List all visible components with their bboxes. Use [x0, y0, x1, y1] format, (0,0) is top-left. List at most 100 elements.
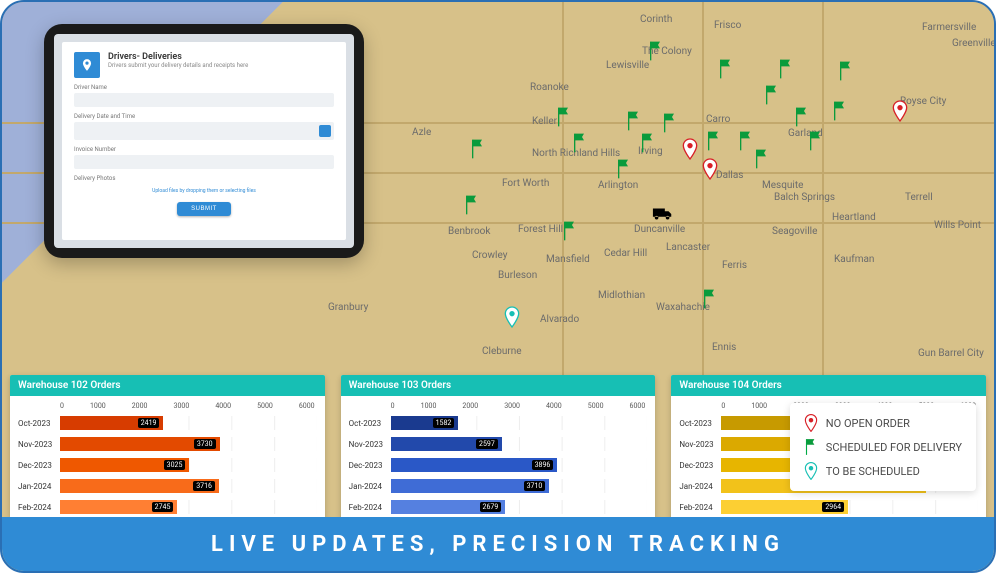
map-pin-icon[interactable]	[504, 306, 520, 328]
bar-category: Dec-2023	[679, 461, 721, 470]
axis-tick: 4000	[546, 402, 562, 410]
invoice-number-input[interactable]	[74, 155, 334, 169]
bar-fill: 2597	[391, 437, 502, 451]
delivery-form: Drivers- Deliveries Drivers submit your …	[62, 42, 346, 240]
bar-value: 3716	[193, 481, 215, 491]
city-label: Cleburne	[482, 346, 522, 357]
bar-category: Nov-2023	[349, 440, 391, 449]
bar-row: Feb-2024 2964	[679, 498, 978, 516]
form-subtitle: Drivers submit your delivery details and…	[108, 62, 248, 69]
bar-fill: 3730	[60, 437, 220, 451]
flag-icon[interactable]	[662, 112, 678, 134]
bar-category: Feb-2024	[18, 503, 60, 512]
bar-row: Nov-20232597	[349, 435, 648, 453]
flag-icon[interactable]	[648, 40, 664, 62]
truck-icon[interactable]	[652, 206, 674, 222]
legend-scheduled: SCHEDULED FOR DELIVERY	[826, 441, 962, 454]
flag-icon[interactable]	[738, 130, 754, 152]
map-pin-icon[interactable]	[702, 158, 718, 180]
axis-tick: 5000	[588, 402, 604, 410]
flag-icon[interactable]	[778, 58, 794, 80]
flag-icon[interactable]	[754, 148, 770, 170]
axis-tick: 0	[721, 402, 725, 410]
tablet-mockup: Drivers- Deliveries Drivers submit your …	[44, 24, 364, 258]
bar-value: 2964	[822, 502, 844, 512]
bar-category: Oct-2023	[18, 419, 60, 428]
axis-tick: 6000	[299, 402, 315, 410]
flag-icon[interactable]	[556, 106, 572, 128]
bar-value: 2745	[152, 502, 174, 512]
city-label: Midlothian	[598, 290, 645, 301]
submit-button[interactable]: SUBMIT	[177, 202, 231, 216]
flag-icon[interactable]	[838, 60, 854, 82]
city-label: Seagoville	[772, 226, 817, 237]
tablet-screen: Drivers- Deliveries Drivers submit your …	[54, 34, 354, 248]
flag-icon[interactable]	[706, 130, 722, 152]
bar-row: Oct-20232419	[18, 414, 317, 432]
bar-value: 3025	[164, 460, 186, 470]
flag-icon[interactable]	[616, 158, 632, 180]
flag-icon[interactable]	[464, 194, 480, 216]
flag-icon[interactable]	[808, 130, 824, 152]
dashboard-frame: CorinthFriscoFarmersvilleThe ColonyGreen…	[0, 0, 996, 573]
bar-category: Dec-2023	[18, 461, 60, 470]
city-label: Alvarado	[540, 314, 579, 325]
driver-name-label: Driver Name	[74, 84, 334, 91]
pin-icon	[804, 414, 818, 432]
bar-fill: 3710	[391, 479, 550, 493]
flag-icon[interactable]	[572, 132, 588, 154]
bar-value: 1582	[433, 418, 455, 428]
bar-category: Nov-2023	[679, 440, 721, 449]
bar-row: Feb-20242679	[349, 498, 648, 516]
map-pin-icon[interactable]	[892, 100, 908, 122]
map-pin-icon[interactable]	[682, 138, 698, 160]
axis-tick: 0	[60, 402, 64, 410]
flag-icon[interactable]	[764, 84, 780, 106]
city-label: Azle	[412, 127, 431, 138]
bar-row: Dec-2023 3025	[18, 456, 317, 474]
bar-category: Jan-2024	[18, 482, 60, 491]
flag-icon[interactable]	[794, 106, 810, 128]
city-label: Burleson	[498, 270, 537, 281]
bar-row: Dec-20233896	[349, 456, 648, 474]
city-label: Farmersville	[922, 22, 976, 33]
axis-tick: 6000	[630, 402, 646, 410]
bar-fill: 2679	[391, 500, 506, 514]
bar-row: Oct-20231582	[349, 414, 648, 432]
bar-category: Jan-2024	[349, 482, 391, 491]
bar-category: Jan-2024	[679, 482, 721, 491]
city-label: Ferris	[722, 260, 747, 271]
axis-tick: 1000	[421, 402, 437, 410]
flag-icon[interactable]	[626, 110, 642, 132]
city-label: Lewisville	[606, 60, 649, 71]
bar-category: Oct-2023	[679, 419, 721, 428]
city-label: Mansfield	[546, 254, 590, 265]
flag-icon[interactable]	[702, 288, 718, 310]
calendar-icon[interactable]	[319, 125, 331, 137]
city-label: Fort Worth	[502, 178, 549, 189]
city-label: Gun Barrel City	[918, 348, 984, 359]
chart-title: Warehouse 102 Orders	[10, 375, 325, 396]
flag-icon[interactable]	[718, 58, 734, 80]
bar-value: 3730	[194, 439, 216, 449]
delivery-photos-label: Delivery Photos	[74, 175, 334, 182]
flag-icon[interactable]	[640, 132, 656, 154]
flag-icon[interactable]	[562, 220, 578, 242]
upload-hint[interactable]: Upload files by dropping them or selecti…	[74, 188, 334, 194]
axis-tick: 1000	[90, 402, 106, 410]
city-label: Arlington	[598, 180, 638, 191]
bar-category: Dec-2023	[349, 461, 391, 470]
axis-tick: 2000	[462, 402, 478, 410]
flag-icon[interactable]	[470, 138, 486, 160]
form-title: Drivers- Deliveries	[108, 52, 248, 62]
bar-category: Feb-2024	[679, 503, 721, 512]
driver-name-input[interactable]	[74, 93, 334, 107]
flag-icon[interactable]	[832, 100, 848, 122]
city-label: Frisco	[714, 20, 741, 31]
delivery-datetime-input[interactable]	[74, 122, 334, 140]
axis-tick: 2000	[132, 402, 148, 410]
axis-tick: 4000	[215, 402, 231, 410]
pin-icon	[804, 462, 818, 480]
chart-title: Warehouse 103 Orders	[341, 375, 656, 396]
bar-fill: 3025	[60, 458, 189, 472]
